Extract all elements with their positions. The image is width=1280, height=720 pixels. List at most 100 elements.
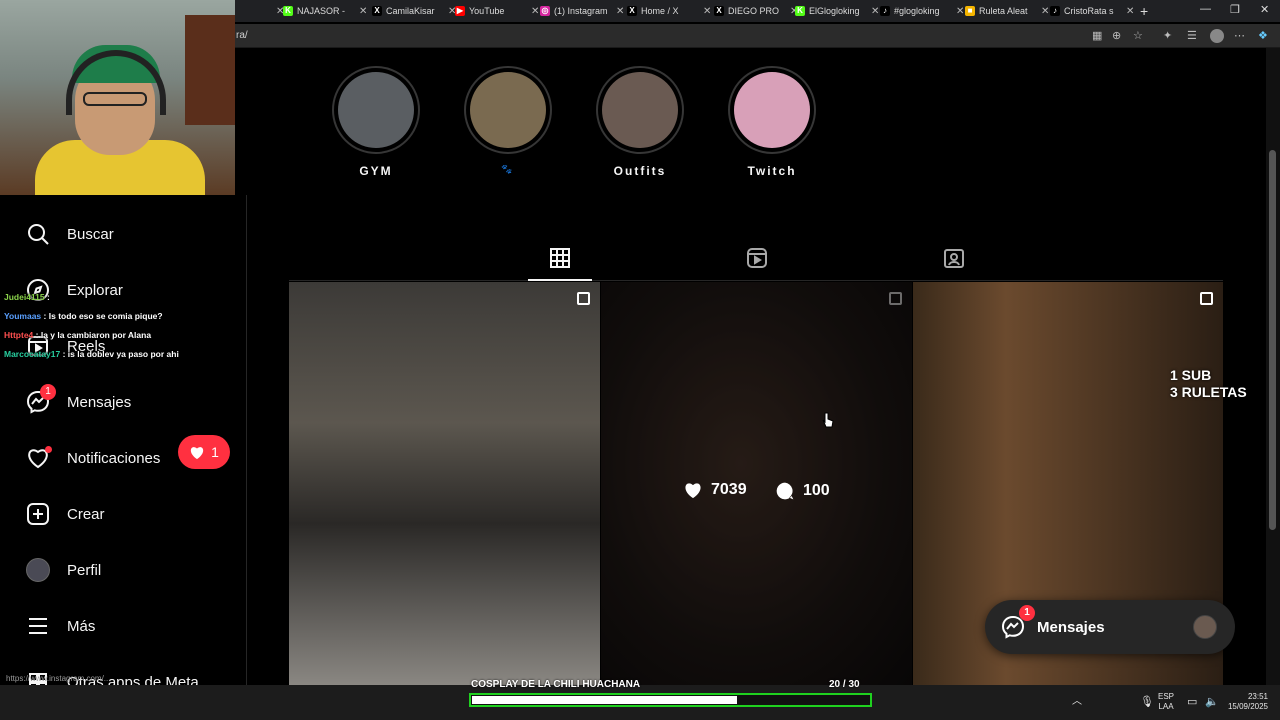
carousel-icon <box>1200 292 1213 305</box>
favorites-icon[interactable]: ☰ <box>1187 29 1197 42</box>
tab-favicon-icon: K <box>283 6 293 16</box>
sidebar-item-perfil[interactable]: Perfil <box>26 558 101 582</box>
chat-text: : la y la cambiaron por Alana <box>35 330 152 340</box>
favorite-star-icon[interactable]: ☆ <box>1133 29 1143 42</box>
sidebar-item-mensajes[interactable]: 1 Mensajes <box>26 384 132 414</box>
highlight-label: GYM <box>359 164 393 178</box>
cursor-icon <box>822 412 834 428</box>
browser-tab[interactable]: ♪ CristoRata s ✕ <box>1050 2 1134 20</box>
network-icon[interactable]: ▭ <box>1187 697 1197 708</box>
close-icon[interactable]: ✕ <box>1260 3 1269 16</box>
chat-user: Judei4115 <box>4 292 45 302</box>
messenger-icon: 1 <box>26 384 56 414</box>
tab-title: NAJASOR - <box>297 6 346 16</box>
notifications-popup[interactable]: 1 <box>178 435 230 469</box>
chat-user: Marcocatay17 <box>4 349 61 359</box>
tab-close-icon[interactable]: ✕ <box>956 6 964 17</box>
messages-pill-button[interactable]: 1 Mensajes <box>985 600 1235 654</box>
webcam-feed <box>0 0 235 195</box>
browser-tab[interactable]: ■ Ruleta Aleat ✕ <box>965 2 1049 20</box>
heart-icon <box>26 446 52 470</box>
search-icon <box>26 222 50 246</box>
volume-icon[interactable]: 🔈 <box>1205 697 1219 708</box>
language-indicator[interactable]: ESP LAA <box>1158 692 1174 712</box>
address-text[interactable]: ra/ <box>236 30 248 41</box>
tab-close-icon[interactable]: ✕ <box>871 6 879 17</box>
chat-text: : is la doblev ya paso por ahi <box>62 349 179 359</box>
language-line-1: ESP <box>1158 692 1175 701</box>
comments-stat: 100 <box>775 481 830 501</box>
highlight-gym[interactable]: GYM <box>332 66 420 178</box>
grid-icon[interactable] <box>548 246 572 270</box>
avatar <box>1193 615 1217 639</box>
sidebar-item-crear[interactable]: Crear <box>26 502 105 526</box>
scrollbar-thumb[interactable] <box>1269 150 1276 530</box>
copilot-icon[interactable]: ❖ <box>1258 29 1268 42</box>
likes-count: 7039 <box>711 481 747 498</box>
zoom-icon[interactable]: ⊕ <box>1112 29 1121 42</box>
browser-tab[interactable]: ♪ #glogloking ✕ <box>880 2 964 20</box>
browser-tab[interactable]: X Home / X ✕ <box>627 2 711 20</box>
messages-pill-label: Mensajes <box>1037 618 1105 636</box>
goal-title: COSPLAY DE LA CHILI HUACHANA <box>471 679 641 690</box>
more-icon[interactable]: ⋯ <box>1234 29 1245 42</box>
tab-title: (1) Instagram <box>554 6 608 16</box>
menu-icon <box>26 614 50 638</box>
browser-tab[interactable]: K ElGlogloking ✕ <box>795 2 879 20</box>
chat-message: Marcocatay17 : is la doblev ya paso por … <box>4 345 244 364</box>
tab-favicon-icon: ♪ <box>880 6 890 16</box>
sidebar-item-label: Mensajes <box>67 393 132 411</box>
carousel-icon <box>577 292 590 305</box>
address-bar[interactable] <box>235 24 1280 48</box>
tab-close-icon[interactable]: ✕ <box>1041 6 1049 17</box>
notification-dot <box>45 446 52 453</box>
tab-close-icon[interactable]: ✕ <box>616 6 624 17</box>
browser-tab[interactable]: ▶ YouTube ✕ <box>455 2 539 20</box>
tab-close-icon[interactable]: ✕ <box>359 6 367 17</box>
chat-message: Youmaas : Is todo eso se comia pique? <box>4 307 244 326</box>
unread-badge: 1 <box>40 384 56 400</box>
sidebar-item-notificaciones[interactable]: Notificaciones <box>26 446 160 470</box>
chat-user: Httpte4 <box>4 330 34 340</box>
new-tab-button[interactable]: + <box>1140 2 1148 20</box>
highlight-paw[interactable]: 🐾 <box>464 66 552 175</box>
webcam-glasses <box>83 92 147 106</box>
status-url: https://www.instagram.com/... <box>6 674 111 683</box>
tab-title: CamilaKisar <box>386 6 435 16</box>
tab-close-icon[interactable]: ✕ <box>531 6 539 17</box>
profile-icon[interactable] <box>1210 29 1224 43</box>
browser-tab[interactable]: XDIEGO PRO✕ <box>714 2 798 20</box>
tab-close-icon[interactable]: ✕ <box>1126 6 1134 17</box>
chat-overlay: Judei4115 : Youmaas : Is todo eso se com… <box>4 288 244 364</box>
maximize-icon[interactable]: ❐ <box>1230 3 1240 16</box>
post-tile[interactable]: 7039 100 <box>601 282 912 685</box>
sidebar-item-label: Crear <box>67 505 105 523</box>
browser-tab[interactable]: X CamilaKisar ✕ <box>372 2 456 20</box>
tab-favicon-icon: X <box>714 6 724 16</box>
split-view-icon[interactable]: ▦ <box>1092 29 1102 42</box>
post-tile[interactable] <box>289 282 600 685</box>
browser-tab[interactable]: ◎ (1) Instagram ✕ <box>540 2 624 20</box>
tab-title: ElGlogloking <box>809 6 860 16</box>
clock[interactable]: 23:51 15/09/2025 <box>1222 692 1268 712</box>
messages-badge: 1 <box>1019 605 1035 621</box>
avatar <box>26 558 50 582</box>
tray-chevron-icon[interactable]: ︿ <box>1072 697 1082 707</box>
sidebar-item-m-s[interactable]: Más <box>26 614 95 638</box>
chat-user: Youmaas <box>4 311 42 321</box>
tab-title: #glogloking <box>894 6 940 16</box>
tab-close-icon[interactable]: ✕ <box>703 6 711 17</box>
stream-overlay-text: 1 SUB 3 RULETAS <box>1170 367 1247 401</box>
highlight-outfits[interactable]: Outfits <box>596 66 684 178</box>
tab-close-icon[interactable]: ✕ <box>270 2 284 20</box>
sidebar-item-buscar[interactable]: Buscar <box>26 222 114 246</box>
language-line-2: LAA <box>1158 702 1174 711</box>
minimize-icon[interactable]: — <box>1200 3 1211 15</box>
highlight-twitch[interactable]: Twitch <box>728 66 816 178</box>
reels-tab-icon[interactable] <box>745 246 769 270</box>
microphone-icon[interactable]: 🎙 <box>1140 697 1154 708</box>
tagged-icon[interactable] <box>942 246 966 270</box>
extension-icon[interactable]: ✦ <box>1163 29 1172 42</box>
browser-tab[interactable]: K NAJASOR - ✕ <box>283 2 367 20</box>
clock-date: 15/09/2025 <box>1227 702 1268 711</box>
